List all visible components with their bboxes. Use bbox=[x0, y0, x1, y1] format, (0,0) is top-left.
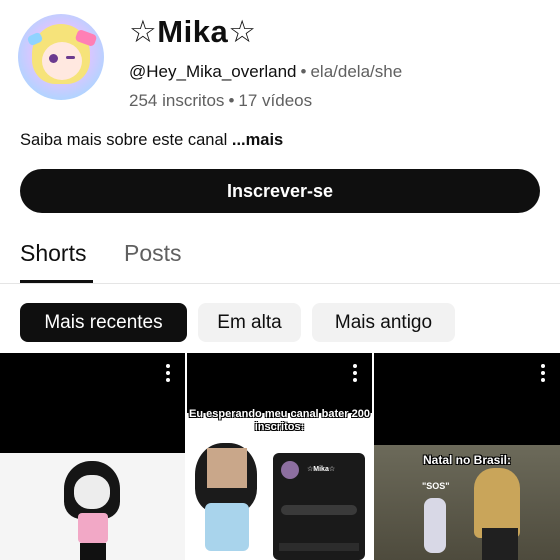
channel-handle-line: @Hey_Mika_overland • ela/dela/she bbox=[129, 62, 402, 82]
short-inner-text: "SOS" bbox=[422, 481, 450, 491]
chip-popular[interactable]: Em alta bbox=[198, 303, 301, 342]
separator-dot: • bbox=[300, 62, 307, 81]
avatar-eye bbox=[49, 54, 58, 63]
subscriber-count: 254 inscritos bbox=[129, 91, 225, 110]
avatar-face bbox=[42, 42, 82, 80]
tab-posts[interactable]: Posts bbox=[124, 240, 182, 267]
channel-header: ☆Mika☆ @Hey_Mika_overland • ela/dela/she 2… bbox=[0, 0, 560, 120]
active-tab-indicator bbox=[20, 280, 93, 283]
channel-handle: @Hey_Mika_overland bbox=[129, 62, 297, 81]
channel-avatar[interactable] bbox=[18, 14, 104, 100]
about-text: Saiba mais sobre este canal bbox=[20, 131, 232, 149]
character-face bbox=[74, 475, 110, 509]
mini-avatar bbox=[281, 461, 299, 479]
chip-most-recent[interactable]: Mais recentes bbox=[20, 303, 187, 342]
avatar-eye-wink bbox=[66, 56, 75, 59]
character-face bbox=[207, 448, 247, 488]
character-legs bbox=[482, 528, 518, 560]
mini-chips bbox=[279, 543, 359, 551]
video-count: 17 vídeos bbox=[238, 91, 313, 110]
short-thumbnail[interactable] bbox=[0, 353, 185, 560]
short-thumbnail[interactable]: Natal no Brasil: "SOS" bbox=[374, 353, 560, 560]
separator-dot: • bbox=[228, 91, 235, 110]
about-more-link[interactable]: ...mais bbox=[232, 131, 283, 149]
channel-tabs: Shorts Posts bbox=[0, 232, 560, 284]
phone-screenshot: ☆Mika☆ bbox=[273, 453, 365, 560]
short-caption: Eu esperando meu canal bater 200 inscrit… bbox=[189, 408, 370, 433]
mini-channel-name: ☆Mika☆ bbox=[307, 466, 336, 473]
short-thumbnail[interactable]: Eu esperando meu canal bater 200 inscrit… bbox=[187, 353, 372, 560]
more-vert-icon[interactable] bbox=[352, 364, 358, 382]
more-vert-icon[interactable] bbox=[540, 364, 546, 382]
more-vert-icon[interactable] bbox=[165, 364, 171, 382]
character-body bbox=[78, 513, 108, 543]
tab-shorts[interactable]: Shorts bbox=[20, 240, 86, 267]
sort-chips: Mais recentes Em alta Mais antigo bbox=[0, 303, 560, 343]
character-figure bbox=[424, 498, 446, 553]
character-legs bbox=[80, 543, 106, 560]
mini-button bbox=[281, 505, 357, 515]
chip-oldest[interactable]: Mais antigo bbox=[312, 303, 455, 342]
short-caption: Natal no Brasil: bbox=[422, 453, 512, 467]
character-body bbox=[205, 503, 249, 551]
channel-stats: 254 inscritos • 17 vídeos bbox=[129, 91, 312, 111]
subscribe-button[interactable]: Inscrever-se bbox=[20, 169, 540, 213]
shorts-grid: Eu esperando meu canal bater 200 inscrit… bbox=[0, 353, 560, 560]
channel-name: ☆Mika☆ bbox=[129, 14, 257, 49]
channel-pronouns: ela/dela/she bbox=[310, 62, 403, 81]
channel-about-link[interactable]: Saiba mais sobre este canal ...mais bbox=[20, 131, 283, 150]
